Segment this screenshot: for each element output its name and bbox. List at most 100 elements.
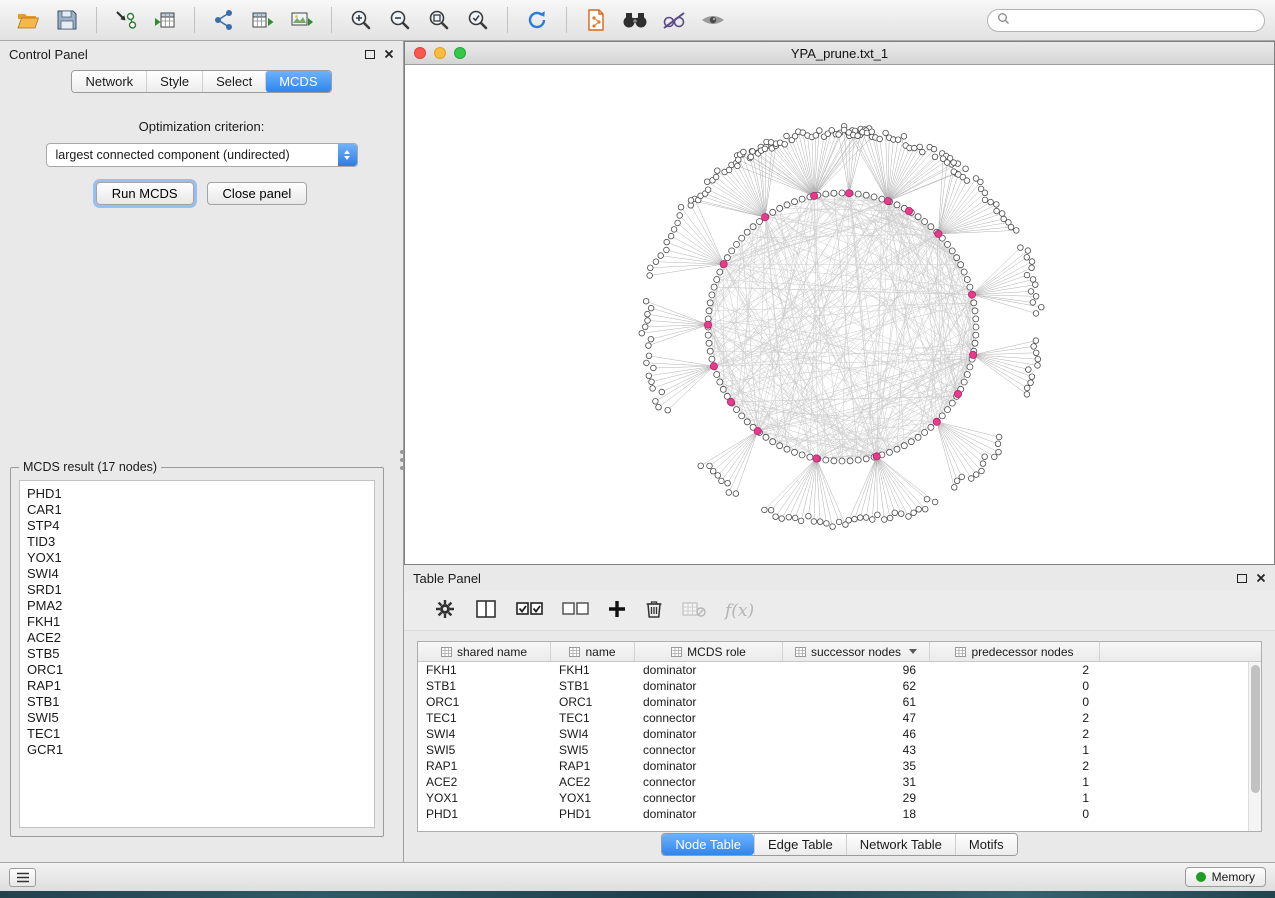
cell-mcds-role: connector: [635, 743, 783, 757]
table-row[interactable]: RAP1 RAP1 dominator 35 2: [418, 758, 1261, 774]
memory-button[interactable]: Memory: [1185, 867, 1266, 887]
criterion-dropdown[interactable]: largest connected component (undirected): [46, 143, 358, 167]
import-network-icon[interactable]: [108, 4, 144, 36]
open-folder-icon[interactable]: [10, 4, 46, 36]
tab-node-table[interactable]: Node Table: [662, 834, 754, 855]
close-panel-icon[interactable]: [384, 47, 394, 62]
export-network-icon[interactable]: [206, 4, 242, 36]
cell-shared-name: ORC1: [418, 695, 551, 709]
float-panel-icon[interactable]: [365, 50, 375, 59]
mcds-result-node[interactable]: YOX1: [27, 550, 367, 566]
show-eye-icon[interactable]: [695, 4, 731, 36]
mcds-result-node[interactable]: RAP1: [27, 678, 367, 694]
clear-checks-icon[interactable]: [562, 601, 589, 620]
search-input[interactable]: [1015, 13, 1255, 27]
mcds-result-node[interactable]: SRD1: [27, 582, 367, 598]
save-icon[interactable]: [49, 4, 85, 36]
cell-shared-name: RAP1: [418, 759, 551, 773]
table-row[interactable]: SWI4 SWI4 dominator 46 2: [418, 726, 1261, 742]
tab-motifs[interactable]: Motifs: [955, 834, 1017, 855]
table-row[interactable]: STB1 STB1 dominator 62 0: [418, 678, 1261, 694]
export-table-icon[interactable]: [245, 4, 281, 36]
cell-shared-name: ACE2: [418, 775, 551, 789]
tab-select[interactable]: Select: [202, 71, 265, 92]
column-header-mcds-role[interactable]: MCDS role: [635, 642, 783, 661]
panel-menu-button[interactable]: [9, 868, 36, 887]
close-panel-icon[interactable]: [1256, 571, 1266, 586]
zoom-selected-icon[interactable]: [460, 4, 496, 36]
column-type-icon: [441, 647, 452, 657]
network-graph[interactable]: [405, 65, 1274, 564]
search-box[interactable]: [987, 9, 1265, 32]
column-header-shared-name[interactable]: shared name: [418, 642, 551, 661]
mcds-result-node[interactable]: FKH1: [27, 614, 367, 630]
window-minimize-icon[interactable]: [434, 47, 446, 59]
mcds-result-node[interactable]: SWI4: [27, 566, 367, 582]
table-row[interactable]: PHD1 PHD1 dominator 18 0: [418, 806, 1261, 822]
run-mcds-button[interactable]: Run MCDS: [96, 182, 194, 205]
column-header-predecessor-nodes[interactable]: predecessor nodes: [930, 642, 1100, 661]
zoom-out-icon[interactable]: [382, 4, 418, 36]
mcds-result-node[interactable]: STB1: [27, 694, 367, 710]
import-table-icon[interactable]: [147, 4, 183, 36]
close-panel-button[interactable]: Close panel: [207, 182, 308, 205]
mcds-result-node[interactable]: STB5: [27, 646, 367, 662]
tab-network[interactable]: Network: [72, 71, 146, 92]
network-titlebar[interactable]: YPA_prune.txt_1: [405, 42, 1274, 65]
tab-edge-table[interactable]: Edge Table: [754, 834, 846, 855]
mcds-result-node[interactable]: PHD1: [27, 486, 367, 502]
add-column-icon[interactable]: [608, 600, 626, 621]
mcds-result-node[interactable]: TEC1: [27, 726, 367, 742]
hide-glasses-icon[interactable]: [656, 4, 692, 36]
window-maximize-icon[interactable]: [454, 47, 466, 59]
mcds-result-node[interactable]: STP4: [27, 518, 367, 534]
copy-network-icon[interactable]: [578, 4, 614, 36]
search-network-icon[interactable]: [617, 4, 653, 36]
sort-chevron-icon[interactable]: [909, 649, 917, 654]
cell-mcds-role: dominator: [635, 695, 783, 709]
float-panel-icon[interactable]: [1237, 574, 1247, 583]
table-row[interactable]: ORC1 ORC1 dominator 61 0: [418, 694, 1261, 710]
toolbar-separator: [566, 7, 567, 33]
mcds-result-node[interactable]: CAR1: [27, 502, 367, 518]
mcds-result-node[interactable]: PMA2: [27, 598, 367, 614]
column-header-successor-nodes[interactable]: successor nodes: [783, 642, 930, 661]
cell-mcds-role: connector: [635, 775, 783, 789]
window-close-icon[interactable]: [414, 47, 426, 59]
table-scrollbar[interactable]: [1248, 662, 1261, 831]
table-row[interactable]: YOX1 YOX1 connector 29 1: [418, 790, 1261, 806]
split-columns-icon[interactable]: [475, 599, 497, 622]
column-header-name[interactable]: name: [551, 642, 635, 661]
table-row[interactable]: ACE2 ACE2 connector 31 1: [418, 774, 1261, 790]
table-row[interactable]: SWI5 SWI5 connector 43 1: [418, 742, 1261, 758]
cell-predecessor-nodes: 2: [930, 759, 1100, 773]
cell-predecessor-nodes: 2: [930, 711, 1100, 725]
export-image-icon[interactable]: [284, 4, 320, 36]
zoom-fit-icon[interactable]: [421, 4, 457, 36]
cell-successor-nodes: 43: [783, 743, 930, 757]
mcds-result-node[interactable]: ACE2: [27, 630, 367, 646]
tab-style[interactable]: Style: [146, 71, 202, 92]
mcds-result-list[interactable]: PHD1 CAR1 STP4 TID3 YOX1 SWI4 SRD1 PMA2 …: [19, 480, 375, 828]
select-checks-icon[interactable]: [516, 601, 543, 620]
criterion-dropdown-value: largest connected component (undirected): [47, 148, 338, 162]
column-label: predecessor nodes: [971, 645, 1073, 659]
delete-column-icon[interactable]: [645, 599, 663, 622]
refresh-icon[interactable]: [519, 4, 555, 36]
main-toolbar: [0, 0, 1275, 41]
table-row[interactable]: TEC1 TEC1 connector 47 2: [418, 710, 1261, 726]
mcds-result-node[interactable]: TID3: [27, 534, 367, 550]
table-tabbar: Node Table Edge Table Network Table Moti…: [404, 833, 1275, 856]
scrollbar-thumb[interactable]: [1251, 665, 1260, 793]
mcds-result-node[interactable]: SWI5: [27, 710, 367, 726]
tab-mcds[interactable]: MCDS: [265, 71, 330, 92]
mcds-result-node[interactable]: GCR1: [27, 742, 367, 758]
network-canvas[interactable]: [405, 65, 1274, 564]
mcds-result-node[interactable]: ORC1: [27, 662, 367, 678]
settings-gear-icon[interactable]: [434, 598, 456, 623]
zoom-in-icon[interactable]: [343, 4, 379, 36]
function-builder-icon: f(x): [725, 601, 754, 621]
table-row[interactable]: FKH1 FKH1 dominator 96 2: [418, 662, 1261, 678]
tab-network-table[interactable]: Network Table: [846, 834, 955, 855]
cell-shared-name: FKH1: [418, 663, 551, 677]
